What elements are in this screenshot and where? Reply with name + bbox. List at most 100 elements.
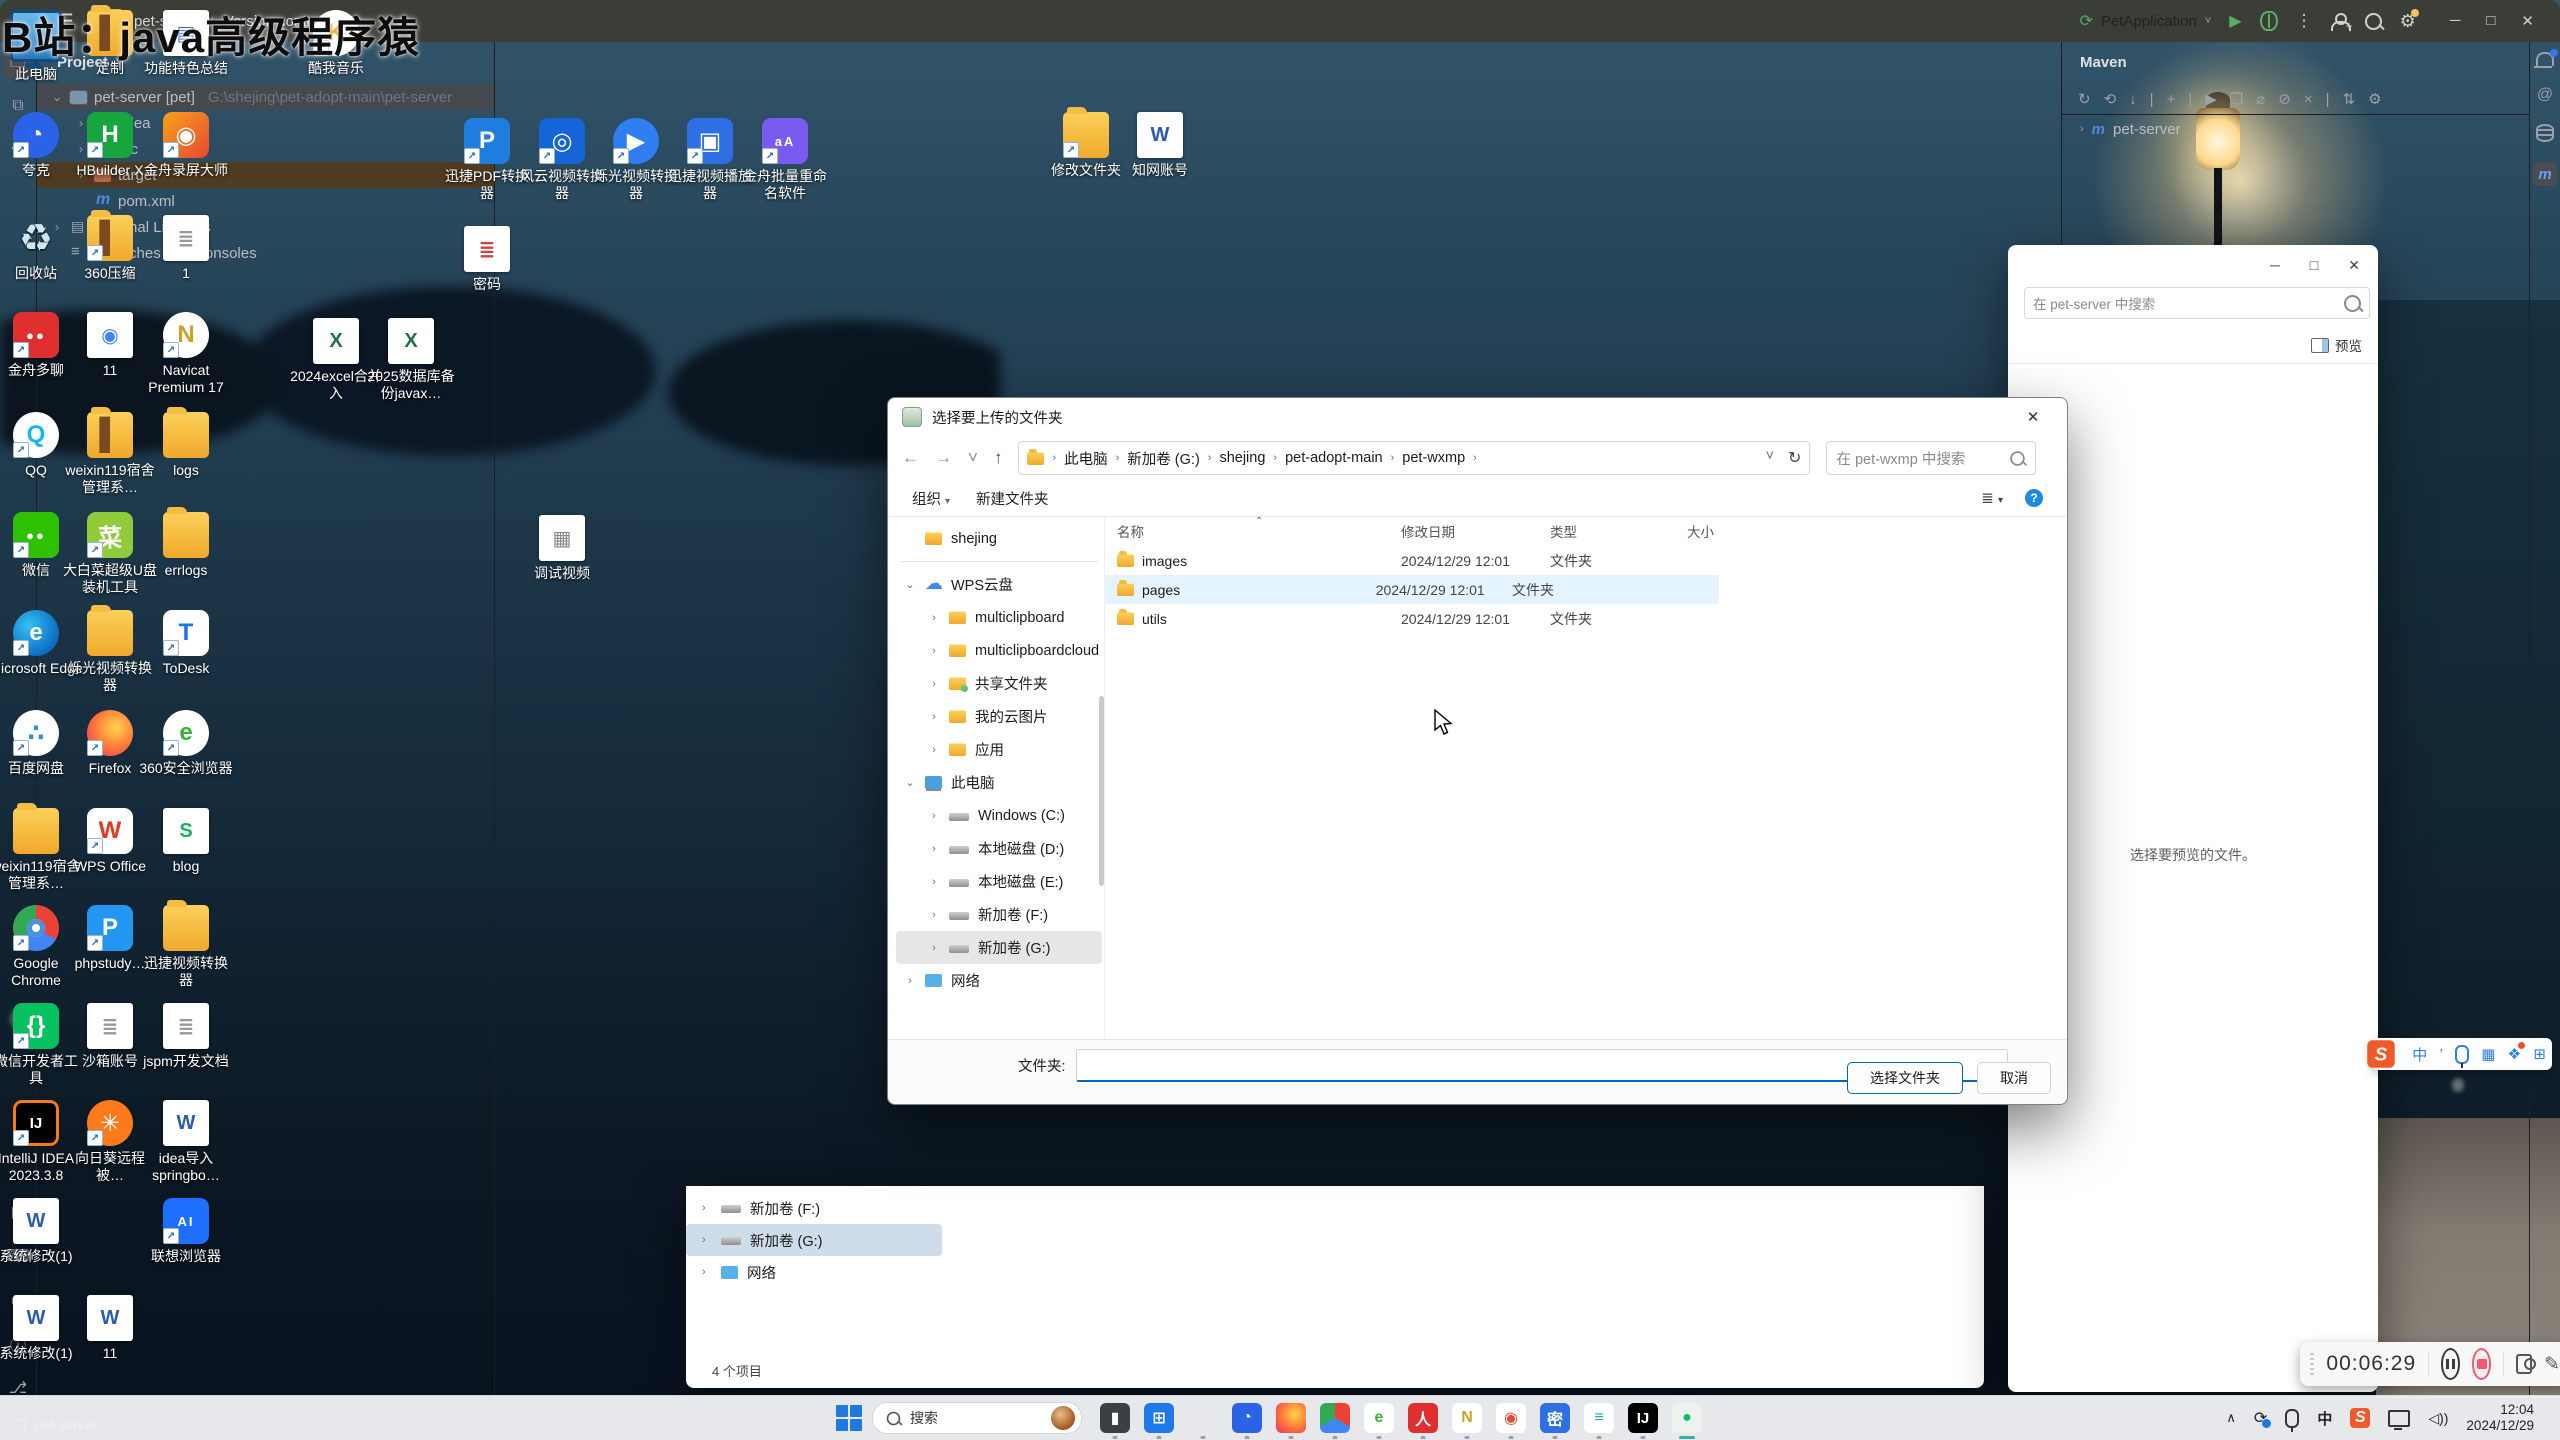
preview-toggle[interactable]: 预览 (2335, 335, 2362, 355)
taskbar-app-icon-navicat[interactable]: N (1452, 1403, 1482, 1433)
taskbar-app-icon-wxdevtools[interactable]: ● (1672, 1403, 1702, 1433)
dialog-search-box[interactable]: 在 pet-wxmp 中搜索 (1826, 441, 2036, 475)
desktop-icon[interactable]: ≣ jspm开发文档 (138, 1003, 234, 1070)
sidebar-item[interactable]: ⌄ 此电脑 (896, 766, 1102, 799)
maximize-button[interactable]: □ (2310, 257, 2318, 273)
desktop-icon[interactable]: W 系统修改(1) (0, 1198, 84, 1265)
forward-button[interactable]: → (935, 448, 952, 468)
expand-arrow-icon[interactable]: › (928, 744, 940, 756)
desktop-icon[interactable]: W idea导入springbo… (138, 1100, 234, 1184)
expand-arrow-icon[interactable]: › (928, 645, 940, 657)
expand-arrow-icon[interactable]: › (702, 1202, 712, 1214)
desktop-icon[interactable]: W 11 (62, 1295, 158, 1362)
back-button[interactable]: ← (902, 448, 919, 468)
sidebar-item[interactable]: › 新加卷 (G:) (896, 931, 1102, 964)
desktop-icon[interactable]: ≣ 密码 (439, 226, 535, 293)
taskbar-app-icon-chrome[interactable] (1320, 1403, 1350, 1433)
network-icon[interactable] (2388, 1410, 2410, 1427)
screenshot-camera-icon[interactable] (2516, 1354, 2532, 1374)
microphone-icon[interactable] (2285, 1409, 2299, 1428)
file-row[interactable]: pages 2024/12/29 12:01 文件夹 (1105, 575, 1719, 604)
desktop-icon[interactable]: S blog (138, 808, 234, 875)
ime-indicator[interactable]: 中 (2317, 1408, 2332, 1429)
expand-arrow-icon[interactable]: › (928, 843, 940, 855)
start-button[interactable] (836, 1405, 862, 1431)
sidebar-item[interactable]: › 新加卷 (F:) (896, 898, 1102, 931)
sidebar-item[interactable]: › 本地磁盘 (E:) (896, 865, 1102, 898)
desktop-icon[interactable]: errlogs (138, 512, 234, 579)
desktop-icon[interactable]: N Navicat Premium 17 (138, 312, 234, 396)
pause-button[interactable] (2441, 1348, 2460, 1380)
expand-arrow-icon[interactable]: › (928, 678, 940, 690)
voice-input-icon[interactable] (2455, 1045, 2469, 1064)
sidebar-item[interactable]: › 我的云图片 (896, 700, 1102, 733)
taskbar-app-icon-recorder[interactable]: ◉ (1496, 1403, 1526, 1433)
breadcrumb-segment[interactable]: 此电脑 › (1064, 448, 1121, 469)
file-row[interactable]: utils 2024/12/29 12:01 文件夹 (1105, 604, 2067, 633)
desktop-icon[interactable]: AI 联想浏览器 (138, 1198, 234, 1265)
taskbar-app-icon-firefox[interactable] (1276, 1403, 1306, 1433)
expand-arrow-icon[interactable]: › (928, 876, 940, 888)
expand-arrow-icon[interactable]: › (928, 612, 940, 624)
expand-arrow-icon[interactable]: › (702, 1234, 712, 1246)
speaker-icon[interactable]: ◁)) (2428, 1410, 2448, 1427)
expand-arrow-icon[interactable]: ⌄ (904, 578, 916, 591)
annotate-pencil-icon[interactable]: ✎ (2544, 1353, 2560, 1376)
taskbar-app-icon-locker[interactable]: 密 (1540, 1403, 1570, 1433)
taskbar-app-icon-360se[interactable]: e (1364, 1403, 1394, 1433)
stop-button[interactable] (2472, 1348, 2491, 1380)
taskbar-app-icon-jinzhou-chat[interactable]: 人 (1408, 1403, 1438, 1433)
tray-expand-icon[interactable]: ∧ (2226, 1410, 2236, 1426)
toolbox-grid-icon[interactable]: ⊞ (2533, 1045, 2546, 1063)
taskbar-app-icon-quark[interactable]: ◔ (1232, 1403, 1262, 1433)
desktop-icon[interactable]: T ToDesk (138, 610, 234, 677)
column-header-date[interactable]: 修改日期 (1389, 521, 1538, 541)
desktop-icon[interactable]: W 知网账号 (1112, 112, 1208, 179)
close-button[interactable]: ✕ (2348, 257, 2360, 274)
desktop-icon[interactable]: ▦ 调试视频 (514, 515, 610, 582)
minimize-button[interactable]: ─ (2270, 257, 2280, 273)
column-header-size[interactable]: 大小 (1675, 521, 1777, 541)
soft-keyboard-icon[interactable]: ▦ (2481, 1045, 2495, 1063)
ime-mode-icon[interactable]: 中 (2412, 1044, 2427, 1065)
breadcrumb-bar[interactable]: › 此电脑 › 新加卷 (G:) › shejing › pet-adopt-m… (1018, 441, 1810, 475)
sync-icon[interactable]: ⟳ (2254, 1408, 2267, 1428)
help-button[interactable]: ? (2025, 489, 2043, 507)
explorer-tree-item[interactable]: › 新加卷 (F:) (686, 1192, 942, 1224)
desktop-icon[interactable]: e 360安全浏览器 (138, 710, 234, 777)
sidebar-item[interactable]: › 本地磁盘 (D:) (896, 832, 1102, 865)
taskbar-app-icon-notes[interactable]: ≡ (1584, 1403, 1614, 1433)
view-mode-button[interactable]: ≣ ▾ (1981, 489, 2003, 507)
expand-arrow-icon[interactable]: › (928, 711, 940, 723)
sidebar-item[interactable]: › multiclipboardcloud (896, 634, 1102, 667)
organize-menu[interactable]: 组织 ▾ (912, 488, 950, 509)
file-row[interactable]: images 2024/12/29 12:01 文件夹 (1105, 546, 2067, 575)
sidebar-item[interactable]: › 共享文件夹 (896, 667, 1102, 700)
taskbar-app-icon-store[interactable]: ⊞ (1144, 1403, 1174, 1433)
sidebar-item[interactable]: › 应用 (896, 733, 1102, 766)
desktop-icon[interactable]: ≣ 1 (138, 215, 234, 282)
sidebar-item[interactable]: › 网络 (896, 964, 1102, 997)
desktop-icon[interactable]: aA 金舟批量重命名软件 (737, 118, 833, 202)
expand-arrow-icon[interactable]: › (904, 975, 916, 987)
breadcrumb-segment[interactable]: pet-wxmp › (1402, 450, 1479, 466)
taskbar-search[interactable]: 搜索 (872, 1402, 1082, 1434)
desktop-icon[interactable]: logs (138, 412, 234, 479)
refresh-icon[interactable]: ↻ (1788, 448, 1801, 468)
sidebar-item[interactable]: › Windows (C:) (896, 799, 1102, 832)
close-button[interactable]: ✕ (2013, 408, 2053, 426)
new-folder-button[interactable]: 新建文件夹 (976, 488, 1049, 509)
sogou-logo-icon[interactable]: S (2367, 1040, 2395, 1068)
select-folder-button[interactable]: 选择文件夹 (1847, 1062, 1963, 1094)
desktop-icon[interactable]: X 2025数据库备份javax… (363, 318, 459, 402)
address-dropdown-icon[interactable]: ˅ (1766, 448, 1774, 468)
taskbar-app-icon-idea[interactable]: IJ (1628, 1403, 1658, 1433)
skin-icon[interactable]: ❖ (2508, 1045, 2521, 1063)
cancel-button[interactable]: 取消 (1977, 1062, 2051, 1094)
expand-arrow-icon[interactable]: › (928, 942, 940, 954)
expand-arrow-icon[interactable]: › (928, 810, 940, 822)
breadcrumb-segment[interactable]: 新加卷 (G:) › (1127, 448, 1213, 469)
explorer-search-box[interactable]: 在 pet-server 中搜索 (2024, 287, 2370, 319)
explorer-tree-item[interactable]: › 新加卷 (G:) (686, 1224, 942, 1256)
desktop-icon[interactable]: 迅捷视频转换器 (138, 905, 234, 989)
